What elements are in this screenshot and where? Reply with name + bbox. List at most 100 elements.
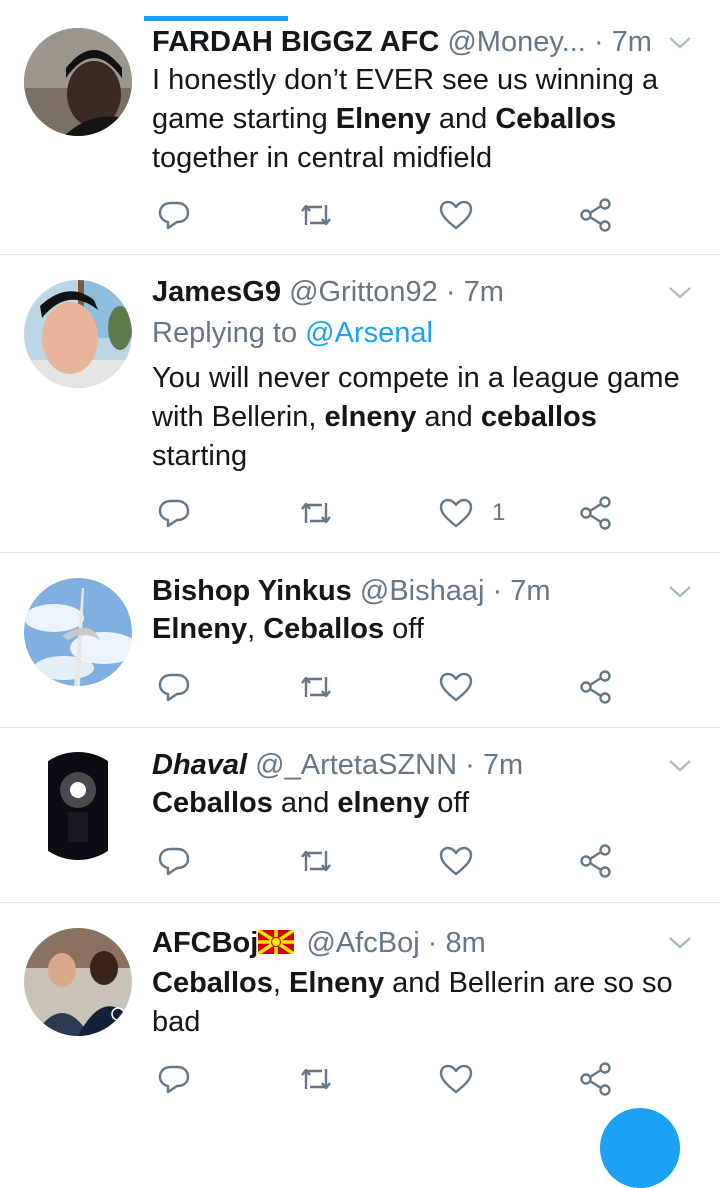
like-button[interactable] — [438, 841, 474, 881]
separator-dot: · — [445, 276, 456, 308]
share-icon — [578, 495, 614, 531]
timestamp[interactable]: 7m — [510, 575, 550, 607]
retweet-button[interactable] — [298, 841, 334, 881]
tweet-text: You will never compete in a league game … — [152, 359, 696, 476]
text-segment: off — [384, 613, 424, 645]
tweet-item[interactable]: FARDAH BIGGZ AFC @Money... · 7m I honest… — [0, 0, 720, 255]
display-name[interactable]: Bishop Yinkus — [152, 575, 352, 607]
text-segment: , — [247, 613, 264, 645]
chevron-down-icon[interactable] — [666, 577, 694, 605]
like-icon — [438, 843, 474, 879]
like-icon — [438, 1061, 474, 1097]
separator-dot: · — [427, 927, 438, 959]
tweet-item[interactable]: AFCBoj @AfcBoj · 8m Ceballos, Elneny and… — [0, 903, 720, 1116]
like-button[interactable] — [438, 667, 474, 707]
separator-dot: · — [465, 749, 475, 781]
reply-icon — [156, 669, 192, 705]
share-button[interactable] — [578, 493, 614, 533]
share-button[interactable] — [578, 195, 614, 235]
tweet-actions — [152, 195, 632, 235]
tweet-header: AFCBoj @AfcBoj · 8m — [152, 923, 660, 963]
bold-text: Ceballos — [152, 967, 273, 999]
retweet-button[interactable] — [298, 1059, 334, 1099]
text-segment: off — [429, 787, 470, 819]
timestamp[interactable]: 7m — [612, 26, 652, 58]
retweet-button[interactable] — [298, 667, 334, 707]
like-button[interactable] — [438, 1059, 474, 1099]
reply-button[interactable] — [156, 841, 192, 881]
replying-mention-link[interactable]: @Arsenal — [305, 317, 433, 349]
like-icon — [438, 669, 474, 705]
bold-text: elneny — [337, 787, 430, 819]
bold-text: Elneny — [335, 103, 431, 135]
tweet-actions — [152, 667, 632, 707]
reply-icon — [156, 1061, 192, 1097]
user-handle[interactable]: @Bishaaj — [360, 575, 485, 607]
chevron-down-icon[interactable] — [666, 751, 694, 779]
like-button[interactable]: 1 — [438, 493, 505, 533]
reply-icon — [156, 843, 192, 879]
user-handle[interactable]: @_ArtetaSZNN — [255, 749, 457, 781]
user-handle[interactable]: @AfcBoj — [306, 927, 419, 959]
user-handle[interactable]: @Money... — [447, 26, 586, 58]
retweet-icon — [298, 1061, 334, 1097]
timestamp[interactable]: 7m — [464, 276, 504, 308]
reply-button[interactable] — [156, 195, 192, 235]
retweet-button[interactable] — [298, 195, 334, 235]
tweet-item[interactable]: JamesG9 @Gritton92 · 7m Replying to @Ars… — [0, 255, 720, 553]
text-segment: and — [272, 787, 338, 819]
chevron-down-icon[interactable] — [666, 28, 694, 56]
avatar[interactable] — [24, 280, 132, 388]
chevron-down-icon[interactable] — [666, 278, 694, 306]
retweet-icon — [298, 843, 334, 879]
tweet-text: Ceballos and elneny off — [152, 784, 696, 823]
timestamp[interactable]: 8m — [445, 927, 485, 959]
share-button[interactable] — [578, 1059, 614, 1099]
share-button[interactable] — [578, 667, 614, 707]
like-icon — [438, 495, 474, 531]
tweet-actions — [152, 1059, 632, 1099]
reply-button[interactable] — [156, 667, 192, 707]
bold-text: Ceballos — [152, 787, 273, 819]
reply-button[interactable] — [156, 493, 192, 533]
tweet-actions — [152, 841, 632, 881]
reply-icon — [156, 495, 192, 531]
text-segment: , — [272, 967, 289, 999]
share-icon — [578, 669, 614, 705]
display-name[interactable]: FARDAH BIGGZ AFC — [152, 26, 439, 58]
reply-button[interactable] — [156, 1059, 192, 1099]
like-button[interactable] — [438, 195, 474, 235]
text-segment: starting — [152, 440, 248, 472]
separator-dot: · — [492, 575, 503, 607]
chevron-down-icon[interactable] — [666, 928, 694, 956]
tweet-header: Bishop Yinkus @Bishaaj · 7m — [152, 571, 660, 611]
avatar[interactable] — [24, 928, 132, 1036]
display-name[interactable]: AFCBoj — [152, 927, 258, 959]
avatar[interactable] — [24, 578, 132, 686]
user-handle[interactable]: @Gritton92 — [289, 276, 438, 308]
tweet-text: Ceballos, Elneny and Bellerin are so so … — [152, 964, 696, 1042]
display-name[interactable]: Dhaval — [152, 749, 247, 781]
display-name[interactable]: JamesG9 — [152, 276, 281, 308]
tweet-item[interactable]: Bishop Yinkus @Bishaaj · 7m Elneny, Ceba… — [0, 553, 720, 728]
tweet-actions: 1 — [152, 493, 632, 533]
share-button[interactable] — [578, 841, 614, 881]
bold-text: Elneny — [152, 613, 248, 645]
retweet-icon — [298, 495, 334, 531]
tweet-item[interactable]: Dhaval @_ArtetaSZNN · 7m Ceballos and el… — [0, 728, 720, 903]
text-segment: and — [416, 401, 481, 433]
separator-dot: · — [593, 26, 604, 58]
tweet-header: Dhaval @_ArtetaSZNN · 7m — [152, 745, 660, 785]
tweet-header: FARDAH BIGGZ AFC @Money... · 7m — [152, 22, 660, 62]
retweet-button[interactable] — [298, 493, 334, 533]
bold-text: Ceballos — [495, 103, 617, 135]
tweet-header: JamesG9 @Gritton92 · 7m — [152, 272, 660, 312]
avatar[interactable] — [24, 28, 132, 136]
bold-text: Elneny — [289, 967, 385, 999]
tweet-text: Elneny, Ceballos off — [152, 610, 696, 649]
compose-button[interactable] — [600, 1108, 680, 1188]
retweet-icon — [298, 197, 334, 233]
like-icon — [438, 197, 474, 233]
avatar[interactable] — [24, 752, 132, 860]
timestamp[interactable]: 7m — [483, 749, 523, 781]
